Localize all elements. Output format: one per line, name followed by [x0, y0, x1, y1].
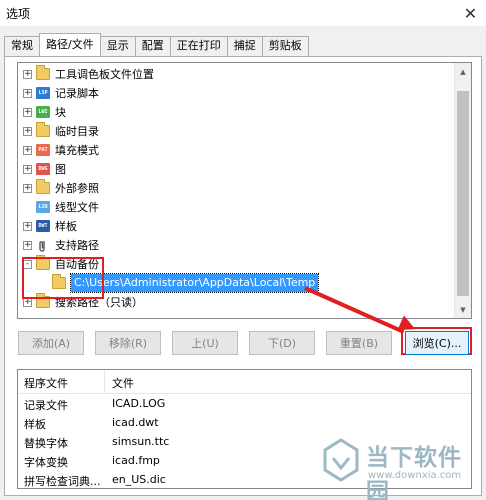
tab-printing[interactable]: 正在打印: [169, 36, 228, 56]
tree-node-label: 填充模式: [55, 144, 99, 157]
row-name: 字体变换: [24, 456, 68, 469]
tab-general[interactable]: 常规: [4, 36, 40, 56]
scroll-down-icon[interactable]: ▼: [455, 301, 471, 318]
column-divider[interactable]: [104, 370, 105, 394]
expand-icon[interactable]: +: [23, 183, 32, 193]
lin-file-icon: LIN: [36, 201, 50, 213]
tree-node-label: 临时目录: [55, 125, 99, 138]
tab-strip: 常规 路径/文件 显示 配置 正在打印 捕捉 剪贴板: [4, 33, 309, 56]
window-title: 选项: [6, 7, 31, 21]
expand-icon[interactable]: +: [23, 164, 32, 174]
lwi-file-icon: LWI: [36, 106, 50, 118]
tab-paths-files[interactable]: 路径/文件: [39, 33, 101, 56]
site-watermark: 当下软件园 www.downxia.com: [322, 434, 482, 500]
scroll-thumb[interactable]: [457, 91, 469, 296]
list-header: 程序文件 文件: [18, 370, 471, 394]
expand-icon[interactable]: +: [23, 88, 32, 98]
tree-node-label: 块: [55, 106, 66, 119]
move-up-button[interactable]: 上(U): [172, 331, 238, 355]
move-down-button[interactable]: 下(D): [249, 331, 315, 355]
close-icon[interactable]: ✕: [455, 0, 486, 26]
remove-button[interactable]: 移除(R): [95, 331, 161, 355]
folder-icon: [36, 122, 50, 137]
expand-icon[interactable]: +: [23, 240, 32, 250]
pat-file-icon: PAT: [36, 144, 50, 156]
tree-node-tool-palettes[interactable]: + 工具调色板文件位置: [23, 65, 154, 83]
watermark-url: www.downxia.com: [368, 470, 462, 481]
browse-button[interactable]: 浏览(C)...: [405, 331, 469, 355]
tree-node-log-script[interactable]: + LSP 记录脚本: [23, 84, 99, 102]
row-name: 记录文件: [24, 399, 68, 412]
tree-node-label: 支持路径: [55, 239, 99, 252]
column-header-file[interactable]: 文件: [112, 375, 134, 391]
list-row[interactable]: 记录文件 ICAD.LOG: [18, 394, 471, 413]
watermark-title: 当下软件园: [366, 445, 462, 500]
tree-node-support-path[interactable]: + 支持路径: [23, 236, 99, 254]
add-button[interactable]: 添加(A): [18, 331, 84, 355]
expand-icon[interactable]: +: [23, 69, 32, 79]
tree-node-label: 线型文件: [55, 201, 99, 214]
dwg-file-icon: DWG: [36, 163, 50, 175]
tree-node-linetype-file[interactable]: LIN 线型文件: [36, 198, 99, 216]
tree-node-label: 工具调色板文件位置: [55, 68, 154, 81]
tree-node-temp-dir[interactable]: + 临时目录: [23, 122, 99, 140]
row-name: 拼写检查词典...: [24, 475, 101, 488]
row-file: en_US.dic: [112, 473, 166, 486]
tab-snap[interactable]: 捕捉: [226, 36, 263, 56]
row-name: 样板: [24, 418, 46, 431]
tab-profiles[interactable]: 配置: [134, 36, 171, 56]
expand-icon[interactable]: +: [23, 221, 32, 231]
tab-clipboard[interactable]: 剪贴板: [261, 36, 309, 56]
expand-icon[interactable]: +: [23, 107, 32, 117]
row-file: ICAD.LOG: [112, 397, 166, 410]
row-name: 替换字体: [24, 437, 68, 450]
tree-node-xrefs[interactable]: + 外部参照: [23, 179, 99, 197]
dwt-file-icon: DWT: [36, 220, 50, 232]
tab-display[interactable]: 显示: [99, 36, 136, 56]
expand-icon[interactable]: +: [23, 145, 32, 155]
row-file: icad.dwt: [112, 416, 159, 429]
reset-button[interactable]: 重置(B): [326, 331, 392, 355]
list-row[interactable]: 样板 icad.dwt: [18, 413, 471, 432]
row-file: icad.fmp: [112, 454, 160, 467]
paperclip-icon: [36, 239, 50, 252]
annotation-box-autosave: [22, 257, 104, 299]
tree-node-blocks[interactable]: + LWI 块: [23, 103, 66, 121]
tree-scrollbar[interactable]: ▲ ▼: [454, 63, 471, 318]
selected-path-label[interactable]: C:\Users\Administrator\AppData\Local\Tem…: [69, 273, 320, 293]
lsp-file-icon: LSP: [36, 87, 50, 99]
scroll-up-icon[interactable]: ▲: [455, 63, 471, 80]
tree-node-label: 样板: [55, 220, 77, 233]
tree-node-drawings[interactable]: + DWG 图: [23, 160, 66, 178]
folder-icon: [36, 65, 50, 80]
column-header-program-file[interactable]: 程序文件: [24, 375, 68, 391]
tree-node-templates[interactable]: + DWT 样板: [23, 217, 77, 235]
row-file: simsun.ttc: [112, 435, 170, 448]
title-bar: 选项 ✕: [0, 0, 486, 26]
tree-node-label: 记录脚本: [55, 87, 99, 100]
expand-icon[interactable]: +: [23, 126, 32, 136]
tree-node-hatch-patterns[interactable]: + PAT 填充模式: [23, 141, 99, 159]
watermark-logo-icon: [323, 438, 359, 482]
tree-node-label: 外部参照: [55, 182, 99, 195]
tree-node-label: 图: [55, 163, 66, 176]
folder-icon: [36, 179, 50, 194]
